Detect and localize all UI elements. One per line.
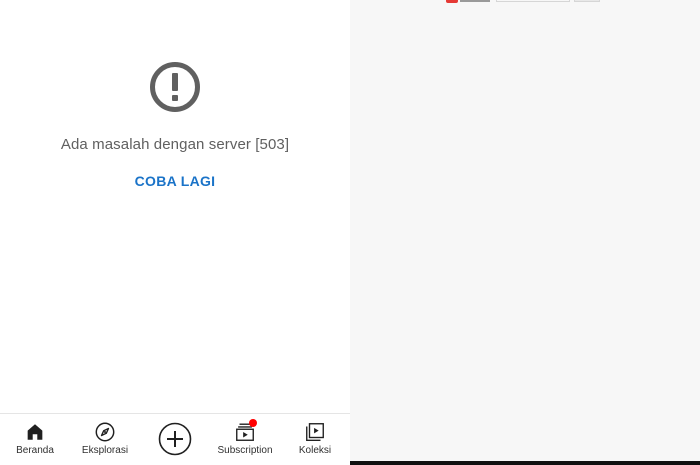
bottom-bar <box>350 461 700 465</box>
nav-item-subscriptions[interactable]: Subscription <box>210 414 280 465</box>
nav-item-label: Eksplorasi <box>81 445 129 456</box>
exclamation-circle-icon <box>150 62 200 112</box>
compass-icon <box>95 422 115 442</box>
add-circle-icon <box>158 422 192 456</box>
nav-item-library[interactable]: Koleksi <box>286 414 344 465</box>
nav-item-label: Beranda <box>16 445 54 456</box>
error-message: Ada masalah dengan server [503] <box>60 136 290 153</box>
search-input[interactable] <box>496 0 570 2</box>
youtube-logo-icon <box>446 0 458 3</box>
nav-item-home[interactable]: Beranda <box>5 414 65 465</box>
notification-dot <box>249 419 257 427</box>
retry-button[interactable]: COBA LAGI <box>125 168 225 194</box>
bottom-navigation: Beranda Eksplorasi Subscription Koleksi <box>0 413 350 465</box>
screen: Ada masalah dengan server [503] COBA LAG… <box>0 0 700 465</box>
nav-item-explore[interactable]: Eksplorasi <box>75 414 135 465</box>
cropped-header-strip <box>446 0 606 3</box>
home-icon <box>27 424 43 440</box>
library-icon <box>306 423 324 441</box>
app-panel: Ada masalah dengan server [503] COBA LAG… <box>0 0 350 465</box>
search-button[interactable] <box>574 0 600 2</box>
nav-item-label: Subscription <box>217 445 273 456</box>
right-panel <box>350 0 700 465</box>
nav-item-label: Koleksi <box>298 445 332 456</box>
logo-wordmark <box>460 0 490 2</box>
nav-item-create[interactable] <box>150 414 200 465</box>
